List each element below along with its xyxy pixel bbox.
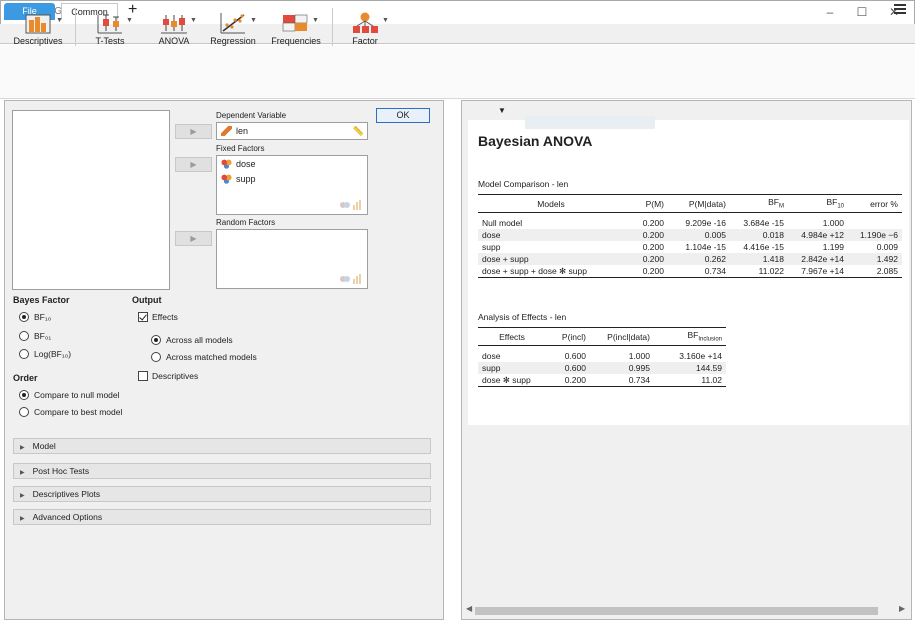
dependent-variable-item[interactable]: len <box>236 126 248 136</box>
table-row: supp 0.600 0.995 144.59 <box>478 362 726 374</box>
bayes-factor-heading: Bayes Factor <box>13 295 70 305</box>
factor-label: Factor <box>352 36 378 46</box>
table-row: dose + supp + dose ✻ supp 0.200 0.734 11.02… <box>478 265 902 278</box>
expand-icon: ▶ <box>20 516 25 522</box>
post-hoc-tests-section[interactable]: ▶ Post Hoc Tests <box>13 463 431 479</box>
tab-bar <box>0 24 915 44</box>
regression-label: Regression <box>210 36 256 46</box>
model-section[interactable]: ▶ Model <box>13 438 431 454</box>
frequencies-icon <box>282 14 308 32</box>
allowed-types-icon <box>340 200 361 210</box>
scroll-left-icon[interactable]: ◀ <box>466 604 472 613</box>
effects-checkbox[interactable]: Effects <box>138 312 178 322</box>
advanced-options-section[interactable]: ▶ Advanced Options <box>13 509 431 525</box>
ribbon-divider <box>75 8 76 46</box>
table-row: dose + supp 0.200 0.262 1.418 2.842e +14 1.49… <box>478 253 902 265</box>
move-to-dependent-button[interactable]: ▶ <box>175 124 212 139</box>
output-heading: Output <box>132 295 162 305</box>
analysis-of-effects-table: Effects P(incl) P(incl|data) BFInclusion… <box>478 327 726 387</box>
column-header: BFM <box>730 194 788 213</box>
log-bf10-radio[interactable]: Log(BF₁₀) <box>19 349 71 359</box>
menu-icon[interactable] <box>894 4 906 15</box>
ribbon-divider <box>332 8 333 46</box>
fixed-factors-label: Fixed Factors <box>216 144 265 153</box>
frequencies-button[interactable]: ▼ Frequencies <box>268 8 324 52</box>
factor-button[interactable]: ▼ Factor <box>342 8 389 52</box>
t-tests-icon <box>97 14 122 34</box>
fixed-factor-item[interactable]: supp <box>236 174 256 184</box>
results-title: Bayesian ANOVA <box>478 133 593 149</box>
column-header: P(incl) <box>546 327 590 346</box>
table-row: supp 0.200 1.104e -15 4.416e -15 1.199 0.009 <box>482 242 898 252</box>
move-to-fixed-factors-button[interactable]: ▶ <box>175 157 212 172</box>
scrollbar-thumb[interactable] <box>475 607 878 615</box>
descriptives-button[interactable]: ▼ Descriptives <box>10 8 66 52</box>
fixed-factors-box[interactable]: dose supp <box>216 155 368 215</box>
frequencies-label: Frequencies <box>271 36 321 46</box>
dependent-variable-box[interactable]: len 📏 <box>216 122 368 140</box>
available-variables-list[interactable] <box>12 110 170 290</box>
dependent-variable-label: Dependent Variable <box>216 111 287 120</box>
descriptives-plots-section[interactable]: ▶ Descriptives Plots <box>13 486 431 502</box>
column-header: P(M|data) <box>668 194 730 213</box>
scroll-right-icon[interactable]: ▶ <box>899 604 905 613</box>
bf10-radio[interactable]: BF₁₀ <box>19 312 51 322</box>
expand-icon: ▶ <box>20 493 25 499</box>
allowed-types-icon <box>340 274 361 284</box>
minimize-button[interactable]: – <box>815 3 845 21</box>
column-header: P(incl|data) <box>590 327 654 346</box>
descriptives-label: Descriptives <box>13 36 63 46</box>
table-row: dose 0.600 1.000 3.160e +14 <box>482 351 722 361</box>
factor-icon <box>353 12 378 33</box>
compare-to-best-radio[interactable]: Compare to best model <box>19 407 122 417</box>
model-comparison-table: Models P(M) P(M|data) BFM BF10 error % N… <box>478 194 902 278</box>
t-tests-button[interactable]: ▼ T-Tests <box>88 8 133 52</box>
nominal-variable-icon <box>221 174 232 184</box>
regression-icon <box>220 13 245 34</box>
across-all-models-radio[interactable]: Across all models <box>151 335 233 345</box>
order-heading: Order <box>13 373 38 383</box>
scale-type-icon: 📏 <box>352 126 364 136</box>
nominal-variable-icon <box>221 159 232 169</box>
ok-button[interactable]: OK <box>376 108 430 123</box>
table-row: Null model 0.200 9.209e -16 3.684e -15 1.000 <box>482 218 844 228</box>
table-row: dose ✻ supp 0.200 0.734 11.02 <box>478 374 726 387</box>
column-header: P(M) <box>624 194 668 213</box>
expand-icon: ▶ <box>20 470 25 476</box>
model-comparison-caption: Model Comparison - len <box>478 179 569 189</box>
table-row: dose 0.200 0.005 0.018 4.984e +12 1.190e −6 <box>478 229 902 241</box>
maximize-button[interactable]: ☐ <box>847 3 877 21</box>
move-to-random-factors-button[interactable]: ▶ <box>175 231 212 246</box>
results-header-highlight <box>525 116 655 129</box>
descriptives-icon <box>25 14 51 34</box>
ribbon <box>0 45 915 99</box>
column-header: BF10 <box>788 194 848 213</box>
column-header: error % <box>848 194 902 213</box>
descriptives-checkbox[interactable]: Descriptives <box>138 371 198 381</box>
effects-caption: Analysis of Effects - len <box>478 312 567 322</box>
t-tests-label: T-Tests <box>95 36 125 46</box>
column-header: BFInclusion <box>654 327 726 346</box>
anova-icon <box>161 15 187 34</box>
across-matched-models-radio[interactable]: Across matched models <box>151 352 257 362</box>
expand-icon: ▶ <box>20 445 25 451</box>
column-header: Effects <box>478 327 546 346</box>
anova-label: ANOVA <box>158 36 190 46</box>
random-factors-box[interactable] <box>216 229 368 289</box>
compare-to-null-radio[interactable]: Compare to null model <box>19 390 120 400</box>
fixed-factor-item[interactable]: dose <box>236 159 256 169</box>
scale-variable-icon <box>221 126 232 136</box>
regression-button[interactable]: ▼ Regression <box>208 8 258 52</box>
collapse-analysis-icon[interactable]: ▼ <box>498 106 506 115</box>
random-factors-label: Random Factors <box>216 218 276 227</box>
bf01-radio[interactable]: BF₀₁ <box>19 331 51 341</box>
column-header: Models <box>478 194 624 213</box>
anova-button[interactable]: ▼ ANOVA <box>152 8 197 52</box>
